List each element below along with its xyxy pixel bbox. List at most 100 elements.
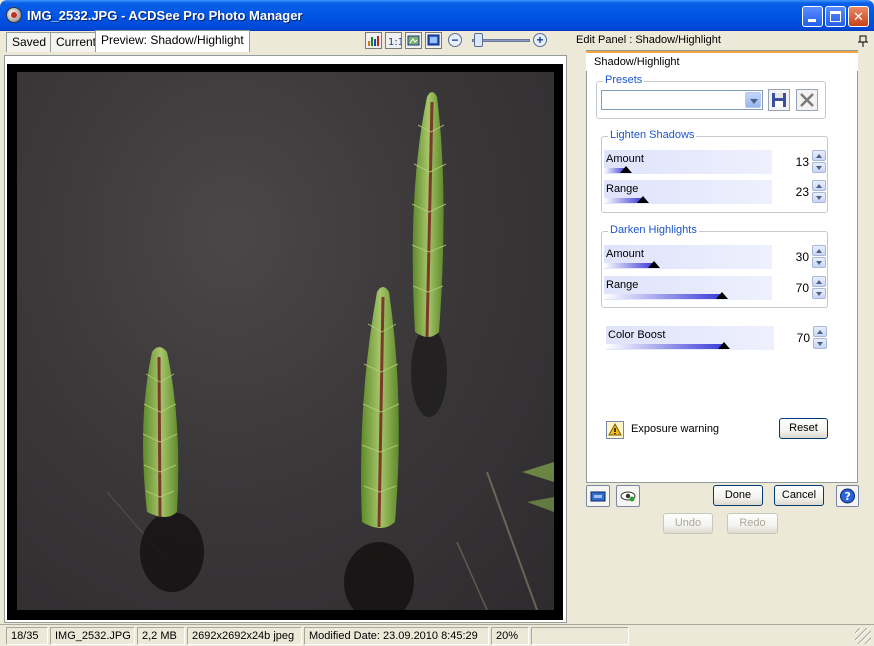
spin-up-icon[interactable] xyxy=(812,245,826,256)
actual-size-icon: 1:1 xyxy=(388,37,404,48)
close-icon: ✕ xyxy=(853,9,864,24)
lighten-range-value[interactable]: 23 xyxy=(774,181,811,203)
resize-grip[interactable] xyxy=(855,628,871,644)
lighten-amount-thumb[interactable] xyxy=(620,166,632,173)
status-extra xyxy=(531,627,629,645)
lighten-range-slider[interactable]: Range xyxy=(604,180,772,204)
darken-range-fill xyxy=(604,294,722,299)
reset-button[interactable]: Reset xyxy=(779,418,828,439)
darken-amount-slider[interactable]: Amount xyxy=(604,245,772,269)
actual-size-button[interactable]: 1:1 xyxy=(385,32,404,49)
svg-text:?: ? xyxy=(845,490,851,503)
status-dimensions: 2692x2692x24b jpeg xyxy=(187,627,302,645)
status-filename: IMG_2532.JPG xyxy=(50,627,135,645)
svg-text:1:1: 1:1 xyxy=(388,37,401,48)
histogram-button[interactable] xyxy=(365,32,382,49)
lighten-amount-label: Amount xyxy=(606,153,644,165)
photo-plants-illustration xyxy=(106,92,554,610)
lighten-range-thumb[interactable] xyxy=(637,196,649,203)
lighten-range-label: Range xyxy=(606,183,639,195)
lighten-range-spinner[interactable] xyxy=(812,180,826,204)
status-bar: 18/35 IMG_2532.JPG 2,2 MB 2692x2692x24b … xyxy=(0,624,874,646)
panel-preview-button[interactable] xyxy=(616,485,640,507)
eye-icon xyxy=(620,491,636,502)
darken-range-spinner[interactable] xyxy=(812,276,826,300)
lighten-amount-value[interactable]: 13 xyxy=(774,151,811,173)
redo-button[interactable]: Redo xyxy=(727,513,778,534)
darken-range-slider[interactable]: Range xyxy=(604,276,772,300)
status-modified-date: Modified Date: 23.09.2010 8:45:29 xyxy=(304,627,489,645)
panel-mode-button[interactable] xyxy=(586,485,610,507)
save-preset-button[interactable] xyxy=(768,89,790,111)
spin-down-icon[interactable] xyxy=(812,162,826,173)
status-zoom: 20% xyxy=(491,627,529,645)
status-position: 18/35 xyxy=(6,627,48,645)
cancel-button[interactable]: Cancel xyxy=(774,485,824,506)
exposure-warning-toggle[interactable] xyxy=(606,421,624,439)
minimize-button[interactable] xyxy=(802,6,823,27)
darken-amount-fill xyxy=(604,263,654,268)
lighten-amount-slider[interactable]: Amount xyxy=(604,150,772,174)
help-icon: ? xyxy=(840,488,855,504)
presets-dropdown[interactable] xyxy=(601,90,763,110)
presets-group-title: Presets xyxy=(603,74,645,86)
histogram-icon xyxy=(368,36,379,46)
darken-range-thumb[interactable] xyxy=(716,292,728,299)
spin-down-icon[interactable] xyxy=(812,192,826,203)
zoom-slider-thumb[interactable] xyxy=(474,33,483,47)
darken-range-value[interactable]: 70 xyxy=(774,277,811,299)
close-button[interactable]: ✕ xyxy=(848,6,869,27)
preview-image[interactable] xyxy=(17,72,554,610)
done-button[interactable]: Done xyxy=(713,485,763,506)
full-screen-button[interactable] xyxy=(425,32,442,49)
color-boost-spinner[interactable] xyxy=(813,326,827,350)
full-screen-icon xyxy=(427,34,440,46)
spin-down-icon[interactable] xyxy=(812,288,826,299)
color-boost-slider[interactable]: Color Boost xyxy=(606,326,774,350)
lighten-shadows-title: Lighten Shadows xyxy=(608,129,697,141)
spin-up-icon[interactable] xyxy=(813,326,827,337)
tab-saved[interactable]: Saved xyxy=(6,32,53,52)
color-boost-label: Color Boost xyxy=(608,329,666,341)
fit-image-button[interactable] xyxy=(405,32,422,49)
color-boost-fill xyxy=(606,344,724,349)
lighten-amount-spinner[interactable] xyxy=(812,150,826,174)
color-boost-thumb[interactable] xyxy=(718,342,730,349)
tab-shadow-highlight[interactable]: Shadow/Highlight xyxy=(586,51,858,71)
app-icon[interactable] xyxy=(6,7,22,23)
darken-amount-value[interactable]: 30 xyxy=(774,246,811,268)
darken-amount-spinner[interactable] xyxy=(812,245,826,269)
exposure-warning-icon xyxy=(608,422,622,436)
fit-image-icon xyxy=(407,35,420,46)
delete-preset-button[interactable] xyxy=(796,89,818,111)
darken-amount-thumb[interactable] xyxy=(648,261,660,268)
color-boost-value[interactable]: 70 xyxy=(775,327,812,349)
edit-panel-title: Edit Panel : Shadow/Highlight xyxy=(576,34,721,46)
spin-up-icon[interactable] xyxy=(812,150,826,161)
darken-range-label: Range xyxy=(606,279,639,291)
title-bar[interactable]: IMG_2532.JPG - ACDSee Pro Photo Manager … xyxy=(0,0,874,31)
panel-mode-icon xyxy=(590,491,606,502)
spin-up-icon[interactable] xyxy=(812,276,826,287)
darken-highlights-title: Darken Highlights xyxy=(608,224,699,236)
tab-preview-shadow-highlight[interactable]: Preview: Shadow/Highlight xyxy=(95,30,250,52)
maximize-button[interactable] xyxy=(825,6,846,27)
zoom-in-button[interactable]: + xyxy=(533,33,547,47)
delete-icon xyxy=(800,93,814,107)
spin-up-icon[interactable] xyxy=(812,180,826,191)
minimize-icon xyxy=(808,19,816,22)
help-button[interactable]: ? xyxy=(836,485,859,507)
chevron-down-icon[interactable] xyxy=(745,92,761,108)
spin-down-icon[interactable] xyxy=(812,257,826,268)
undo-button[interactable]: Undo xyxy=(663,513,713,534)
zoom-out-button[interactable]: − xyxy=(448,33,462,47)
save-icon xyxy=(772,93,786,107)
status-file-size: 2,2 MB xyxy=(137,627,185,645)
window-title: IMG_2532.JPG - ACDSee Pro Photo Manager xyxy=(27,8,303,23)
edit-panel-header: Edit Panel : Shadow/Highlight xyxy=(571,32,872,50)
pin-icon[interactable] xyxy=(858,35,868,47)
maximize-icon xyxy=(830,11,841,22)
darken-amount-label: Amount xyxy=(606,248,644,260)
exposure-warning-label: Exposure warning xyxy=(631,423,720,435)
spin-down-icon[interactable] xyxy=(813,338,827,349)
